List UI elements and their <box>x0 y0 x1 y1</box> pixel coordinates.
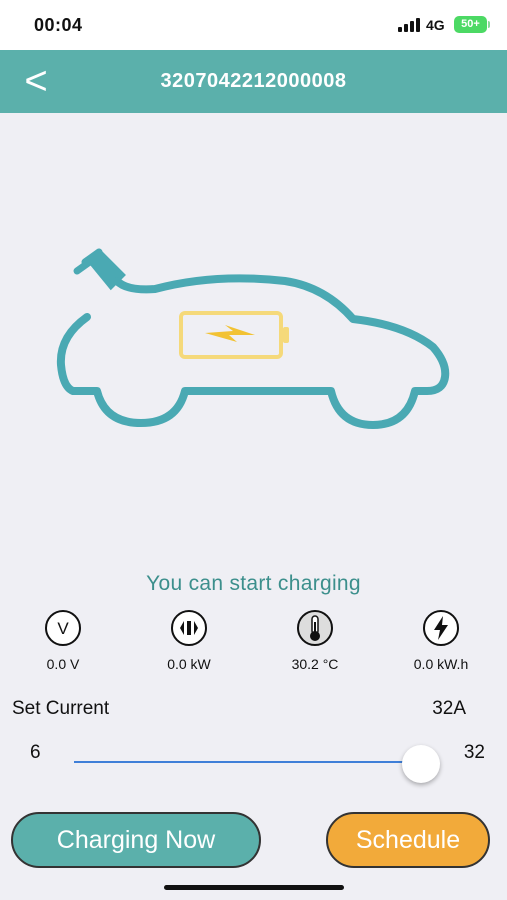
car-charging-illustration <box>56 248 450 429</box>
charging-status-message: You can start charging <box>146 572 361 595</box>
page-title: 3207042212000008 <box>160 70 347 92</box>
current-slider-thumb[interactable] <box>402 745 440 783</box>
power-value: 0.0 kW <box>167 656 211 672</box>
energy-value: 0.0 kW.h <box>413 656 469 672</box>
power-metric: 0.0 kW <box>134 608 244 672</box>
current-slider-track[interactable] <box>74 761 424 763</box>
slider-min-label: 6 <box>30 742 41 763</box>
slider-max-label: 32 <box>463 742 485 763</box>
power-icon <box>171 610 207 646</box>
thermometer-icon <box>297 610 333 646</box>
lightning-icon <box>205 325 255 342</box>
voltage-metric: V 0.0 V <box>8 608 118 672</box>
voltage-icon: V <box>45 610 81 646</box>
energy-metric: 0.0 kW.h <box>386 608 496 672</box>
network-label: 4G <box>426 17 445 33</box>
nav-bar: < 3207042212000008 <box>0 50 507 113</box>
home-indicator <box>164 885 344 890</box>
status-bar: 00:04 4G 50+ <box>0 0 507 50</box>
set-current-value: 32A <box>432 698 466 719</box>
temperature-metric: 30.2 °C <box>260 608 370 672</box>
car-outline-icon <box>56 274 450 429</box>
status-time: 00:04 <box>34 15 83 35</box>
signal-icon <box>398 18 420 32</box>
charging-now-button[interactable]: Charging Now <box>11 812 261 868</box>
energy-icon <box>423 610 459 646</box>
svg-text:V: V <box>57 619 69 638</box>
temperature-value: 30.2 °C <box>291 656 339 672</box>
voltage-value: 0.0 V <box>46 656 80 672</box>
battery-terminal <box>283 327 289 343</box>
battery-icon: 50+ <box>454 16 490 33</box>
set-current-label: Set Current <box>12 698 110 719</box>
schedule-button[interactable]: Schedule <box>326 812 490 868</box>
